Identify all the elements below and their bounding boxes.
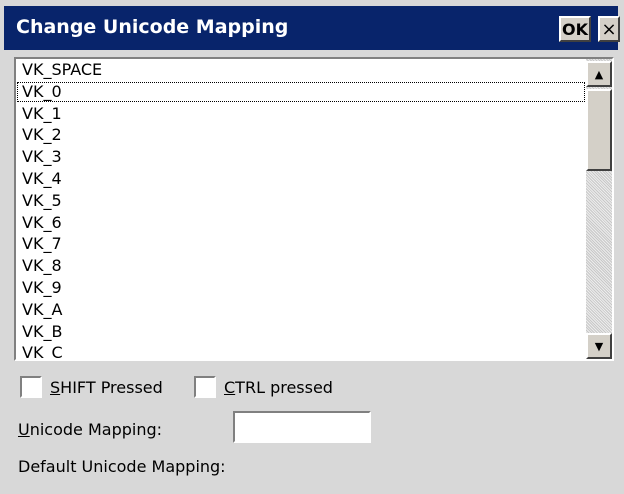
list-item[interactable]: VK_0	[16, 81, 586, 103]
shift-pressed-option[interactable]: SHIFT Pressed	[20, 374, 163, 400]
list-item[interactable]: VK_2	[16, 124, 586, 146]
title-bar: Change Unicode Mapping OK ×	[4, 6, 620, 50]
list-item[interactable]: VK_9	[16, 277, 586, 299]
window-title: Change Unicode Mapping	[16, 16, 289, 38]
list-item[interactable]: VK_1	[16, 103, 586, 125]
list-item[interactable]: VK_7	[16, 233, 586, 255]
shift-pressed-label: SHIFT Pressed	[50, 377, 163, 397]
ctrl-pressed-checkbox[interactable]	[194, 376, 216, 398]
ctrl-pressed-option[interactable]: CTRL pressed	[194, 374, 333, 400]
list-item[interactable]: VK_4	[16, 168, 586, 190]
down-arrow-icon: ▼	[594, 339, 604, 353]
default-unicode-mapping-label: Default Unicode Mapping:	[18, 457, 226, 476]
shift-pressed-checkbox[interactable]	[20, 376, 42, 398]
list-items: VK_SPACE VK_0 VK_1 VK_2 VK_3 VK_4 VK_5 VK_6 VK_7…	[16, 59, 586, 359]
list-item[interactable]: VK_8	[16, 255, 586, 277]
vertical-scrollbar[interactable]: ▲ ▼	[586, 59, 612, 359]
list-item[interactable]: VK_SPACE	[16, 59, 586, 81]
scrollbar-thumb[interactable]	[586, 89, 612, 171]
up-arrow-icon: ▲	[594, 67, 604, 81]
list-item[interactable]: VK_C	[16, 342, 586, 359]
list-item[interactable]: VK_5	[16, 190, 586, 212]
list-item[interactable]: VK_B	[16, 321, 586, 343]
close-button[interactable]: ×	[598, 16, 620, 42]
scroll-down-button[interactable]: ▼	[586, 333, 612, 359]
virtual-key-listbox[interactable]: VK_SPACE VK_0 VK_1 VK_2 VK_3 VK_4 VK_5 VK_6 VK_7…	[14, 57, 614, 361]
list-item[interactable]: VK_3	[16, 146, 586, 168]
ok-button[interactable]: OK	[559, 16, 591, 42]
ctrl-pressed-label: CTRL pressed	[224, 377, 333, 397]
list-item[interactable]: VK_A	[16, 299, 586, 321]
unicode-mapping-label: Unicode Mapping:	[18, 420, 163, 439]
scroll-up-button[interactable]: ▲	[586, 61, 612, 87]
list-item[interactable]: VK_6	[16, 212, 586, 234]
unicode-mapping-input[interactable]	[233, 411, 371, 443]
